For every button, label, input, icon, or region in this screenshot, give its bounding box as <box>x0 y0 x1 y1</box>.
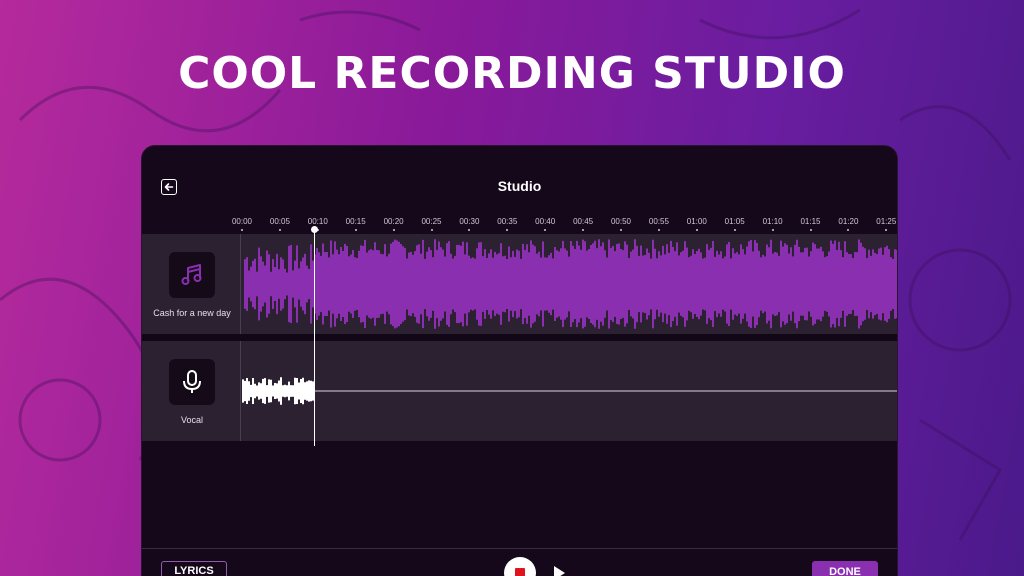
timeline-tick-label: 00:35 <box>497 217 518 226</box>
timeline-tick-label: 00:55 <box>648 217 669 226</box>
header: Studio <box>142 146 897 216</box>
timeline-tick-label: 01:00 <box>686 217 707 226</box>
track-vocal[interactable]: Vocal <box>142 341 897 441</box>
timeline-tick-label: 00:50 <box>610 217 632 226</box>
waveform-bars <box>244 239 897 329</box>
timeline-tick <box>392 229 395 231</box>
timeline-tick <box>582 229 585 231</box>
timeline-tick-label: 01:10 <box>762 217 783 226</box>
lyrics-button[interactable]: LYRICS <box>161 561 227 576</box>
track-backing[interactable]: Cash for a new day <box>142 234 897 334</box>
microphone-icon[interactable] <box>169 359 215 405</box>
timeline-tick <box>733 229 736 231</box>
timeline-tick <box>544 229 547 231</box>
timeline-tick-label: 01:05 <box>724 217 745 226</box>
headline: COOL RECORDING STUDIO <box>178 48 846 99</box>
timeline-tick <box>847 229 850 231</box>
music-note-icon[interactable] <box>169 252 215 298</box>
timeline-tick-label: 00:20 <box>383 217 404 226</box>
timeline-tick <box>278 229 281 231</box>
timeline-tick <box>241 229 243 231</box>
waveform[interactable] <box>242 341 898 441</box>
timeline-tick <box>657 229 660 231</box>
track-name: Cash for a new day <box>153 308 231 318</box>
timeline-tick-label: 00:25 <box>421 217 442 226</box>
playhead[interactable] <box>314 228 315 446</box>
timeline-tick <box>695 229 698 231</box>
waveform[interactable] <box>242 234 898 334</box>
studio-panel: Studio 00:00 00:05 00:10 00:15 00:20 00:25 00:… <box>141 145 898 576</box>
track-divider <box>142 334 897 341</box>
timeline-tick <box>354 229 357 231</box>
timeline-tick-label: 00:10 <box>307 217 328 226</box>
timeline-tick-label: 01:20 <box>838 217 859 226</box>
stop-icon <box>515 568 525 576</box>
timeline-tick <box>506 229 509 231</box>
page-title: Studio <box>497 178 542 194</box>
track-header: Cash for a new day <box>142 234 241 334</box>
timeline-ruler[interactable]: 00:00 00:05 00:10 00:15 00:20 00:25 00:30 00:35… <box>142 214 897 234</box>
playhead-handle[interactable] <box>311 226 318 233</box>
timeline-tick-label: 01:15 <box>800 217 821 226</box>
timeline-tick-label: 00:40 <box>535 217 556 226</box>
timeline-tick-label: 00:00 <box>231 217 253 226</box>
done-button[interactable]: DONE <box>812 561 878 576</box>
timeline-tick-label: 00:45 <box>573 217 594 226</box>
waveform-bars <box>242 377 314 405</box>
timeline-tick <box>430 229 433 231</box>
timeline-tick-label: 00:15 <box>345 217 366 226</box>
track-header: Vocal <box>142 341 241 441</box>
track-name: Vocal <box>180 415 204 425</box>
stop-record-button[interactable] <box>504 557 536 576</box>
timeline-tick <box>468 229 471 231</box>
timeline-tick <box>771 229 774 231</box>
transport-bar: LYRICS DONE <box>142 548 897 576</box>
timeline-tick <box>885 229 888 231</box>
play-icon[interactable] <box>552 565 566 576</box>
timeline-tick-label: 00:30 <box>459 217 480 226</box>
timeline-tick-label: 00:05 <box>269 217 290 226</box>
timeline-tick-label: 01:25 <box>876 217 897 226</box>
timeline-tick <box>809 229 812 231</box>
timeline-tick <box>620 229 622 231</box>
